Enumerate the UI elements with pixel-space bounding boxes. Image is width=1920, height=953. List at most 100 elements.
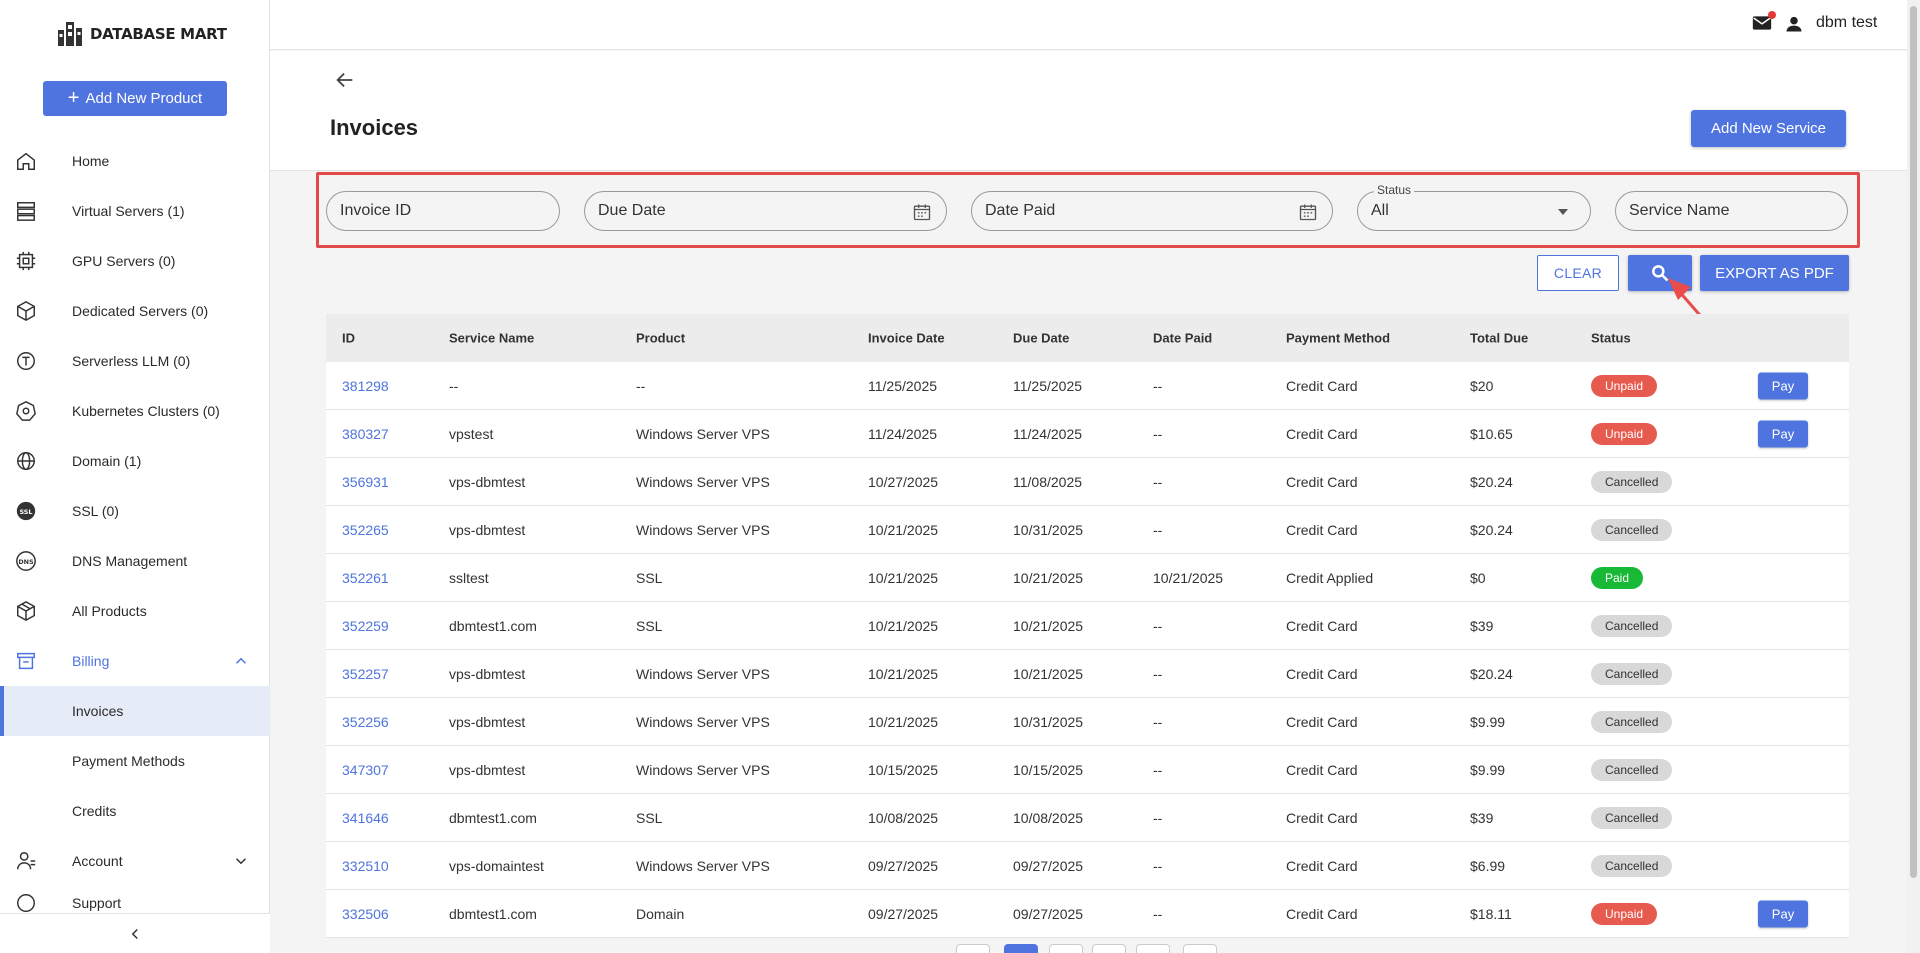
invoice-id-link[interactable]: 332510 xyxy=(342,858,389,874)
invoice-id-link[interactable]: 352261 xyxy=(342,570,389,586)
add-new-product-label: Add New Product xyxy=(85,90,203,107)
sidebar-item-billing[interactable]: Billing xyxy=(0,636,270,686)
sidebar-subitem-invoices[interactable]: Invoices xyxy=(0,686,270,736)
pagination-next[interactable] xyxy=(1183,944,1217,953)
sidebar-item-dedicated-servers[interactable]: Dedicated Servers (0) xyxy=(0,286,270,336)
invoice-date-cell: 10/21/2025 xyxy=(868,713,939,730)
sidebar-item-serverless-llm[interactable]: Serverless LLM (0) xyxy=(0,336,270,386)
sidebar-item-label: Dedicated Servers (0) xyxy=(72,303,209,319)
sidebar-item-label: All Products xyxy=(72,603,147,619)
user-icon[interactable] xyxy=(1784,14,1804,34)
service-name-cell: vpstest xyxy=(449,425,494,442)
status-badge: Cancelled xyxy=(1591,614,1673,637)
brand-logo[interactable]: DATABASE MART xyxy=(56,20,227,48)
sidebar-item-label: SSL (0) xyxy=(72,503,119,519)
scrollbar-thumb[interactable] xyxy=(1910,6,1917,878)
sidebar-item-ssl[interactable]: SSL SSL (0) xyxy=(0,486,270,536)
invoice-id-link[interactable]: 381298 xyxy=(342,378,389,394)
sidebar-item-account[interactable]: Account xyxy=(0,836,270,886)
date-paid-input[interactable]: Date Paid xyxy=(971,191,1333,231)
payment-method-cell: Credit Card xyxy=(1286,761,1358,778)
date-paid-cell: -- xyxy=(1153,857,1163,874)
pay-button[interactable]: Pay xyxy=(1758,420,1808,447)
invoice-date-cell: 10/21/2025 xyxy=(868,617,939,634)
column-header-product[interactable]: Product xyxy=(636,331,685,346)
invoice-id-link[interactable]: 352257 xyxy=(342,666,389,682)
page-scrollbar[interactable] xyxy=(1907,0,1920,953)
product-cell: Windows Server VPS xyxy=(636,665,770,682)
sidebar-item-home[interactable]: Home xyxy=(0,136,270,186)
service-name-cell: vps-dbmtest xyxy=(449,665,526,682)
sidebar-item-kubernetes[interactable]: Kubernetes Clusters (0) xyxy=(0,386,270,436)
invoice-id-link[interactable]: 352265 xyxy=(342,522,389,538)
calendar-icon[interactable] xyxy=(912,202,932,222)
user-name[interactable]: dbm test xyxy=(1816,14,1877,32)
status-badge: Cancelled xyxy=(1591,710,1673,733)
status-badge: Unpaid xyxy=(1591,374,1658,397)
status-badge: Cancelled xyxy=(1591,758,1673,781)
due-date-cell: 10/21/2025 xyxy=(1013,617,1084,634)
invoice-id-link[interactable]: 352256 xyxy=(342,714,389,730)
home-icon xyxy=(17,152,35,170)
notification-dot xyxy=(1768,11,1776,19)
logo-icon xyxy=(58,22,82,46)
sidebar-item-domain[interactable]: Domain (1) xyxy=(0,436,270,486)
column-header-invoice-date[interactable]: Invoice Date xyxy=(868,331,945,346)
column-header-service-name[interactable]: Service Name xyxy=(449,331,534,346)
column-header-date-paid[interactable]: Date Paid xyxy=(1153,331,1212,346)
sidebar-item-dns[interactable]: DNS DNS Management xyxy=(0,536,270,586)
status-badge: Cancelled xyxy=(1591,806,1673,829)
pagination-prev[interactable] xyxy=(956,944,990,953)
column-header-payment-method[interactable]: Payment Method xyxy=(1286,331,1390,346)
gpu-icon xyxy=(16,251,36,271)
back-arrow-icon[interactable] xyxy=(334,69,356,91)
column-header-total-due[interactable]: Total Due xyxy=(1470,331,1528,346)
sidebar-item-all-products[interactable]: All Products xyxy=(0,586,270,636)
table-row: 381298 -- -- 11/25/2025 11/25/2025 -- Credit C… xyxy=(326,362,1849,410)
date-paid-cell: -- xyxy=(1153,761,1163,778)
invoice-date-cell: 11/24/2025 xyxy=(868,425,938,442)
plus-icon: + xyxy=(67,86,80,109)
sidebar-item-virtual-servers[interactable]: Virtual Servers (1) xyxy=(0,186,270,236)
pagination-page-current[interactable] xyxy=(1004,944,1038,953)
payment-method-cell: Credit Card xyxy=(1286,905,1358,922)
calendar-icon[interactable] xyxy=(1298,202,1318,222)
date-paid-cell: -- xyxy=(1153,665,1163,682)
product-cell: SSL xyxy=(636,617,663,634)
total-due-cell: $20 xyxy=(1470,377,1494,394)
messages-button[interactable] xyxy=(1752,11,1776,34)
invoice-id-link[interactable]: 380327 xyxy=(342,426,389,442)
invoice-id-input[interactable]: Invoice ID xyxy=(326,191,560,231)
sidebar-item-gpu-servers[interactable]: GPU Servers (0) xyxy=(0,236,270,286)
invoice-id-link[interactable]: 332506 xyxy=(342,906,389,922)
column-header-id[interactable]: ID xyxy=(342,331,355,346)
total-due-cell: $9.99 xyxy=(1470,761,1506,778)
search-button[interactable] xyxy=(1628,255,1692,291)
column-header-status[interactable]: Status xyxy=(1591,331,1631,346)
collapse-sidebar-button[interactable] xyxy=(0,913,270,953)
invoice-id-link[interactable]: 356931 xyxy=(342,474,389,490)
invoice-id-link[interactable]: 352259 xyxy=(342,618,389,634)
status-select[interactable]: Status All xyxy=(1357,183,1591,231)
pagination-page[interactable] xyxy=(1049,944,1083,953)
export-pdf-button[interactable]: EXPORT AS PDF xyxy=(1700,255,1849,291)
invoice-id-link[interactable]: 347307 xyxy=(342,762,389,778)
date-paid-cell: -- xyxy=(1153,713,1163,730)
table-row: 352257 vps-dbmtest Windows Server VPS 10/21… xyxy=(326,650,1849,698)
sidebar-subitem-payment-methods[interactable]: Payment Methods xyxy=(0,736,270,786)
pagination-page[interactable] xyxy=(1092,944,1126,953)
pagination-page[interactable] xyxy=(1136,944,1170,953)
date-paid-cell: -- xyxy=(1153,425,1163,442)
add-new-service-button[interactable]: Add New Service xyxy=(1691,110,1846,147)
product-cell: Domain xyxy=(636,905,685,922)
pay-button[interactable]: Pay xyxy=(1758,372,1808,399)
clear-button[interactable]: CLEAR xyxy=(1537,255,1619,291)
due-date-input[interactable]: Due Date xyxy=(584,191,947,231)
page-title: Invoices xyxy=(330,115,419,140)
column-header-due-date[interactable]: Due Date xyxy=(1013,331,1069,346)
invoice-id-link[interactable]: 341646 xyxy=(342,810,389,826)
service-name-input[interactable]: Service Name xyxy=(1615,191,1848,231)
add-new-product-button[interactable]: + Add New Product xyxy=(43,81,227,116)
sidebar-subitem-credits[interactable]: Credits xyxy=(0,786,270,836)
pay-button[interactable]: Pay xyxy=(1758,900,1808,927)
